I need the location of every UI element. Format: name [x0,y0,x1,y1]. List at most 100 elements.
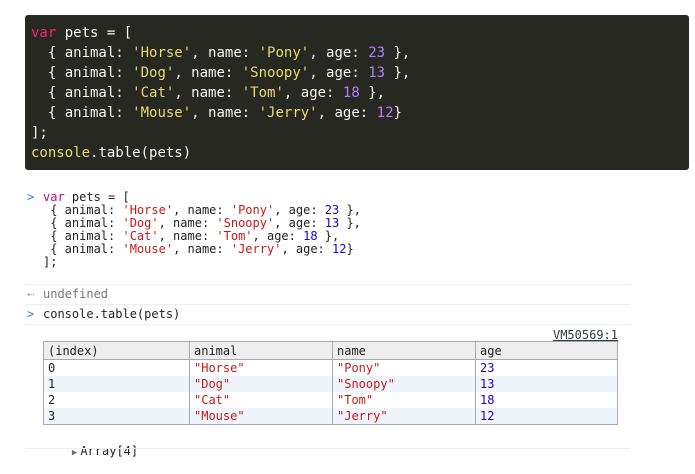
code-line: ]; [31,123,689,143]
code-token: 'Pony' [230,203,275,217]
code-token: var [31,25,57,41]
triangle-right-icon[interactable]: ▶ [72,448,77,458]
table-cell-name: "Snoopy" [332,376,476,392]
table-row: 1 "Dog" "Snoopy" 13 [43,376,618,392]
code-token: 'Horse' [122,203,174,217]
code-token: { animal: [31,105,133,121]
code-token: , age: [283,85,343,101]
console-code-line: var pets = [ [43,190,630,204]
table-cell-animal: "Mouse" [189,408,333,425]
code-line: { animal: 'Cat', name: 'Tom', age: 18 }, [31,83,689,103]
code-token: var [43,190,65,204]
array-label: Array[4] [80,444,139,458]
column-header[interactable]: age [475,341,618,360]
code-token: , name: [173,203,231,217]
code-token: , age: [274,216,325,230]
table-cell-animal: "Horse" [189,359,333,376]
console-code-line: { animal: 'Cat', name: 'Tom', age: 18 }, [43,229,630,243]
code-token: } [393,105,402,121]
console-code-line: ]; [43,255,630,269]
code-token: , name: [174,85,242,101]
console-code-line: { animal: 'Horse', name: 'Pony', age: 23… [43,203,630,217]
divider [25,448,630,449]
code-token: pets = [ [56,25,133,41]
table-cell-index: 2 [43,392,190,408]
code-token: 'Cat' [132,85,175,101]
code-token: ]; [43,255,58,269]
column-header[interactable]: name [332,341,476,360]
code-token: { animal: [31,45,133,61]
code-token: , name: [158,229,217,243]
code-token: 'Snoopy' [216,216,275,230]
code-token: }, [359,85,386,101]
code-token: , name: [173,242,231,256]
result-arrow-icon: ⇠ [27,287,35,301]
code-token: ]; [31,125,48,141]
input-prompt-icon: > [27,190,35,204]
code-token: , age: [309,65,369,81]
table-row: 0 "Horse" "Pony" 23 [43,359,618,376]
code-token: { animal: [43,203,123,217]
code-token: 13 [324,216,340,230]
code-token: , age: [281,242,333,256]
code-token: { animal: [43,229,123,243]
code-line: var pets = [ [31,23,689,43]
console-table-command: console.table(pets) [43,307,181,321]
divider [25,284,630,285]
table-row: 3 "Mouse" "Jerry" 12 [43,408,618,425]
code-token: 'Dog' [132,65,175,81]
table-cell-name: "Jerry" [332,408,476,425]
source-location-link[interactable]: VM50569:1 [553,328,618,342]
table-cell-index: 0 [43,359,190,376]
code-token: pets = [ [64,190,130,204]
code-token: }, [339,216,361,230]
table-cell-age: 18 [475,392,618,408]
code-token: 'Horse' [132,45,192,61]
code-token: 23 [324,203,340,217]
code-token: 23 [368,45,386,61]
console-code-line: { animal: 'Dog', name: 'Snoopy', age: 13… [43,216,630,230]
code-token: 'Pony' [258,45,310,61]
code-token: 'Mouse' [122,242,174,256]
code-token: 'Tom' [241,85,284,101]
column-header[interactable]: (index) [43,341,190,360]
code-token: { animal: [43,242,123,256]
code-token: , name: [191,45,259,61]
table-cell-name: "Tom" [332,392,476,408]
code-line: { animal: 'Mouse', name: 'Jerry', age: 1… [31,103,689,123]
code-token: 18 [342,85,360,101]
code-token: }, [317,229,340,243]
table-cell-index: 3 [43,408,190,425]
code-token: 'Dog' [122,216,159,230]
code-token: } [346,242,354,256]
code-token: , age: [317,105,377,121]
code-token: { animal: [43,216,123,230]
code-token: console [31,145,91,161]
array-expander[interactable]: ▶ Array[4] [43,430,630,474]
code-token: , name: [174,65,242,81]
code-line: { animal: 'Dog', name: 'Snoopy', age: 13… [31,63,689,83]
column-header[interactable]: animal [189,341,333,360]
code-token: 13 [368,65,386,81]
code-token: }, [385,45,411,61]
divider [25,324,630,325]
code-token: 'Snoopy' [241,65,310,81]
table-cell-animal: "Cat" [189,392,333,408]
code-token: , age: [252,229,304,243]
table-cell-age: 23 [475,359,618,376]
code-token: , age: [309,45,369,61]
code-token: { animal: [31,65,133,81]
table-cell-index: 1 [43,376,190,392]
console-code-line: { animal: 'Mouse', name: 'Jerry', age: 1… [43,242,630,256]
code-snippet-block: var pets = [ { animal: 'Horse', name: 'P… [25,15,689,170]
input-prompt-icon: > [27,307,35,321]
table-cell-name: "Pony" [332,359,476,376]
undefined-result: undefined [43,287,109,301]
code-line: { animal: 'Horse', name: 'Pony', age: 23… [31,43,689,63]
code-token: }, [339,203,361,217]
table-header-row: (index) animal name age [43,341,618,360]
code-token: 'Jerry' [258,105,318,121]
table-cell-animal: "Dog" [189,376,333,392]
table-cell-age: 12 [475,408,618,425]
code-token: 'Mouse' [132,105,192,121]
